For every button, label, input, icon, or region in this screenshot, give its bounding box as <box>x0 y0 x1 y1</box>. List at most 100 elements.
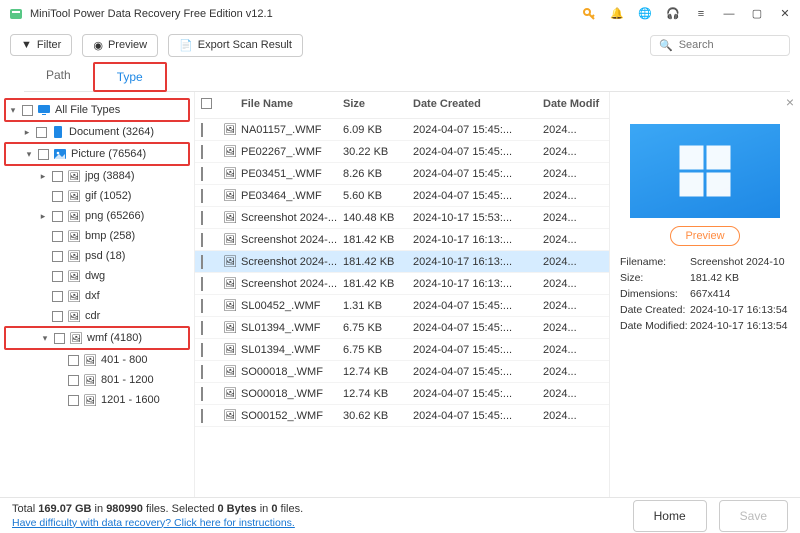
preview-detail-button[interactable]: Preview <box>670 226 739 246</box>
cell-size: 140.48 KB <box>343 212 413 224</box>
globe-icon[interactable]: 🌐 <box>638 7 652 21</box>
tree-png[interactable]: ▸🖼png (65266) <box>4 206 190 226</box>
checkbox[interactable] <box>52 291 63 302</box>
checkbox[interactable] <box>68 375 79 386</box>
tab-type[interactable]: Type <box>93 62 167 92</box>
checkbox[interactable] <box>36 127 47 138</box>
file-row[interactable]: 🖼Screenshot 2024-...181.42 KB2024-10-17 … <box>195 229 609 251</box>
row-checkbox[interactable] <box>201 189 203 203</box>
tree-cdr[interactable]: 🖼cdr <box>4 306 190 326</box>
file-row[interactable]: 🖼Screenshot 2024-...181.42 KB2024-10-17 … <box>195 273 609 295</box>
checkbox[interactable] <box>52 211 63 222</box>
row-checkbox[interactable] <box>201 409 203 423</box>
file-row[interactable]: 🖼SL01394_.WMF6.75 KB2024-04-07 15:45:...… <box>195 317 609 339</box>
tree-bmp[interactable]: 🖼bmp (258) <box>4 226 190 246</box>
minimize-icon[interactable]: ― <box>722 7 736 21</box>
file-icon: 🖼 <box>83 353 97 367</box>
headset-icon[interactable]: 🎧 <box>666 7 680 21</box>
checkbox[interactable] <box>38 149 49 160</box>
search-input[interactable] <box>679 39 781 51</box>
row-checkbox[interactable] <box>201 233 203 247</box>
row-checkbox[interactable] <box>201 299 203 313</box>
key-icon[interactable] <box>582 7 596 21</box>
checkbox[interactable] <box>52 171 63 182</box>
tree-dxf[interactable]: 🖼dxf <box>4 286 190 306</box>
file-row[interactable]: 🖼Screenshot 2024-...181.42 KB2024-10-17 … <box>195 251 609 273</box>
maximize-icon[interactable]: ▢ <box>750 7 764 21</box>
close-detail-icon[interactable]: × <box>786 94 794 110</box>
file-row[interactable]: 🖼SL00452_.WMF1.31 KB2024-04-07 15:45:...… <box>195 295 609 317</box>
export-button[interactable]: 📄Export Scan Result <box>168 34 303 57</box>
tree-range-2[interactable]: 🖼801 - 1200 <box>4 370 190 390</box>
file-row[interactable]: 🖼PE03464_.WMF5.60 KB2024-04-07 15:45:...… <box>195 185 609 207</box>
tree-picture[interactable]: ▾ Picture (76564) <box>4 142 190 166</box>
menu-icon[interactable]: ≡ <box>694 7 708 21</box>
chevron-right-icon[interactable]: ▸ <box>38 211 48 222</box>
checkbox[interactable] <box>52 271 63 282</box>
tree-dwg[interactable]: 🖼dwg <box>4 266 190 286</box>
row-checkbox[interactable] <box>201 167 203 181</box>
checkbox[interactable] <box>68 395 79 406</box>
col-created[interactable]: Date Created <box>413 98 543 112</box>
file-icon: 🖼 <box>67 229 81 243</box>
checkbox[interactable] <box>52 251 63 262</box>
chevron-down-icon[interactable]: ▾ <box>24 149 34 160</box>
tree-psd[interactable]: 🖼psd (18) <box>4 246 190 266</box>
tree-wmf[interactable]: ▾🖼wmf (4180) <box>4 326 190 350</box>
cell-created: 2024-04-07 15:45:... <box>413 322 543 334</box>
chevron-down-icon[interactable]: ▾ <box>40 333 50 344</box>
chevron-right-icon[interactable]: ▸ <box>38 171 48 182</box>
row-checkbox[interactable] <box>201 145 203 159</box>
row-checkbox[interactable] <box>201 123 203 137</box>
checkbox[interactable] <box>68 355 79 366</box>
tree-document[interactable]: ▸ Document (3264) <box>4 122 190 142</box>
home-button[interactable]: Home <box>633 500 707 532</box>
tree-jpg[interactable]: ▸🖼jpg (3884) <box>4 166 190 186</box>
bell-icon[interactable]: 🔔 <box>610 7 624 21</box>
checkbox[interactable] <box>52 191 63 202</box>
row-checkbox[interactable] <box>201 211 203 225</box>
tree-all-file-types[interactable]: ▾ All File Types <box>4 98 190 122</box>
chevron-down-icon[interactable]: ▾ <box>8 105 18 116</box>
file-row[interactable]: 🖼PE03451_.WMF8.26 KB2024-04-07 15:45:...… <box>195 163 609 185</box>
checkbox[interactable] <box>52 311 63 322</box>
save-button[interactable]: Save <box>719 500 788 532</box>
monitor-icon <box>37 103 51 117</box>
row-checkbox[interactable] <box>201 277 203 291</box>
search-box[interactable]: 🔍 <box>650 35 790 56</box>
row-checkbox[interactable] <box>201 343 203 357</box>
help-link[interactable]: Have difficulty with data recovery? Clic… <box>12 517 303 529</box>
checkbox[interactable] <box>54 333 65 344</box>
detail-modified: 2024-10-17 16:13:54 <box>690 320 790 332</box>
file-row[interactable]: 🖼SO00018_.WMF12.74 KB2024-04-07 15:45:..… <box>195 383 609 405</box>
row-checkbox[interactable] <box>201 255 203 269</box>
row-checkbox[interactable] <box>201 365 203 379</box>
select-all-checkbox[interactable] <box>201 98 212 109</box>
tab-path[interactable]: Path <box>24 62 93 91</box>
filter-button[interactable]: ▼Filter <box>10 34 72 56</box>
file-row[interactable]: 🖼PE02267_.WMF30.22 KB2024-04-07 15:45:..… <box>195 141 609 163</box>
file-row[interactable]: 🖼SL01394_.WMF6.75 KB2024-04-07 15:45:...… <box>195 339 609 361</box>
preview-button[interactable]: ◉Preview <box>82 34 158 57</box>
row-checkbox[interactable] <box>201 387 203 401</box>
col-size[interactable]: Size <box>343 98 413 112</box>
file-row[interactable]: 🖼Screenshot 2024-...140.48 KB2024-10-17 … <box>195 207 609 229</box>
cell-size: 8.26 KB <box>343 168 413 180</box>
checkbox[interactable] <box>52 231 63 242</box>
row-checkbox[interactable] <box>201 321 203 335</box>
col-modified[interactable]: Date Modif <box>543 98 603 112</box>
tree-range-1[interactable]: 🖼401 - 800 <box>4 350 190 370</box>
cell-created: 2024-10-17 16:13:... <box>413 234 543 246</box>
cell-modified: 2024... <box>543 344 603 356</box>
file-row[interactable]: 🖼NA01157_.WMF6.09 KB2024-04-07 15:45:...… <box>195 119 609 141</box>
cell-filename: Screenshot 2024-... <box>241 256 343 268</box>
checkbox[interactable] <box>22 105 33 116</box>
tree-gif[interactable]: 🖼gif (1052) <box>4 186 190 206</box>
file-icon: 🖼 <box>223 146 237 158</box>
tree-range-3[interactable]: 🖼1201 - 1600 <box>4 390 190 410</box>
chevron-right-icon[interactable]: ▸ <box>22 127 32 138</box>
close-icon[interactable]: ✕ <box>778 7 792 21</box>
file-row[interactable]: 🖼SO00152_.WMF30.62 KB2024-04-07 15:45:..… <box>195 405 609 427</box>
col-filename[interactable]: File Name <box>241 98 343 112</box>
file-row[interactable]: 🖼SO00018_.WMF12.74 KB2024-04-07 15:45:..… <box>195 361 609 383</box>
